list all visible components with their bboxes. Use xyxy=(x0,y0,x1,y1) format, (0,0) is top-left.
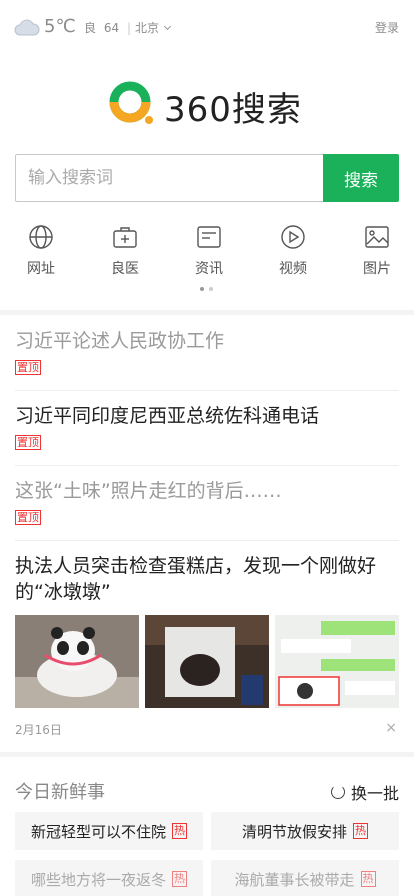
feature-news[interactable]: 执法人员突击检查蛋糕店，发现一个刚做好的“冰墩墩” xyxy=(15,553,399,613)
aqi-label: 良 xyxy=(84,21,97,35)
hot-topic-chip[interactable]: 新冠轻型可以不住院 热 xyxy=(15,812,203,850)
news-image[interactable] xyxy=(145,615,269,708)
refresh-button[interactable]: 换一批 xyxy=(330,780,399,804)
medical-kit-icon xyxy=(113,227,137,248)
search-button[interactable]: 搜索 xyxy=(323,154,399,202)
nav-item-images[interactable]: 图片 xyxy=(354,224,400,284)
hot-topic-label: 哪些地方将一夜返冬 xyxy=(30,870,166,889)
nav-label: 视频 xyxy=(279,261,307,277)
fresh-section-title: 今日新鲜事 xyxy=(15,782,105,803)
globe-icon xyxy=(29,225,53,249)
city-label: 北京 xyxy=(135,21,160,35)
image-icon xyxy=(365,226,389,248)
close-icon[interactable]: × xyxy=(385,720,397,736)
nav-label: 图片 xyxy=(363,261,391,277)
chevron-down-icon xyxy=(163,22,172,31)
temperature: 5℃ xyxy=(44,16,76,37)
feature-title: 执法人员突击检查蛋糕店，发现一个刚做好的“冰墩墩” xyxy=(15,555,377,603)
quick-nav: 网址 良医 资讯 视频 图片 xyxy=(0,224,414,284)
news-image[interactable] xyxy=(275,615,399,708)
news-title: 习近平论述人民政协工作 xyxy=(15,330,225,352)
news-item[interactable]: 习近平论述人民政协工作 置顶 xyxy=(15,328,399,391)
hot-topic-chip[interactable]: 清明节放假安排 热 xyxy=(211,812,399,850)
hot-topic-label: 海航董事长被带走 xyxy=(234,870,355,889)
aqi-value: 64 xyxy=(103,21,120,35)
news-item[interactable]: 习近平同印度尼西亚总统佐科通电话 置顶 xyxy=(15,403,399,466)
pinned-badge: 置顶 xyxy=(15,510,41,525)
nav-label: 资讯 xyxy=(195,261,223,277)
news-date: 2月16日 xyxy=(15,723,62,737)
page-dot xyxy=(209,287,213,291)
hot-topic-label: 清明节放假安排 xyxy=(241,822,347,841)
pinned-badge: 置顶 xyxy=(15,360,41,375)
news-title: 习近平同印度尼西亚总统佐科通电话 xyxy=(15,405,320,427)
news-item[interactable]: 这张“土味”照片走红的背后…… 置顶 xyxy=(15,478,399,541)
air-quality: 良 64 | xyxy=(84,19,135,36)
nav-label: 网址 xyxy=(27,261,55,277)
news-image[interactable] xyxy=(15,615,139,708)
cloud-icon xyxy=(14,19,40,36)
nav-label: 良医 xyxy=(111,261,139,277)
play-icon xyxy=(281,225,305,249)
top-bar: 5℃ 良 64 | 北京 登录 xyxy=(0,0,414,54)
login-link[interactable]: 登录 xyxy=(375,19,399,36)
logo: 360搜索 xyxy=(108,78,308,130)
hot-topic-chip[interactable]: 海航董事长被带走 热 xyxy=(211,860,399,896)
hot-topic-chip[interactable]: 哪些地方将一夜返冬 热 xyxy=(15,860,203,896)
logo-text: 360搜索 xyxy=(164,90,302,130)
section-divider xyxy=(0,752,414,757)
search-bar: 搜索 xyxy=(15,154,399,202)
page-dot xyxy=(200,287,204,291)
city-selector[interactable]: 北京 xyxy=(135,19,172,36)
section-divider xyxy=(0,310,414,315)
page-indicator xyxy=(200,287,213,291)
refresh-label: 换一批 xyxy=(350,784,399,803)
hot-topics: 新冠轻型可以不住院 热 清明节放假安排 热 哪些地方将一夜返冬 热 海航董事长被… xyxy=(15,812,399,896)
hot-badge: 热 xyxy=(172,823,187,839)
pinned-badge: 置顶 xyxy=(15,435,41,450)
hot-badge: 热 xyxy=(172,871,187,887)
search-input[interactable] xyxy=(15,154,323,202)
feature-images xyxy=(15,615,399,708)
nav-item-doctor[interactable]: 良医 xyxy=(102,224,148,284)
hot-badge: 热 xyxy=(360,871,376,887)
nav-item-video[interactable]: 视频 xyxy=(270,224,316,284)
news-icon xyxy=(197,226,221,248)
hot-topic-label: 新冠轻型可以不住院 xyxy=(30,822,166,841)
logo-ring-icon xyxy=(109,81,153,124)
refresh-icon xyxy=(330,785,345,799)
nav-item-web[interactable]: 网址 xyxy=(18,224,64,284)
news-title: 这张“土味”照片走红的背后…… xyxy=(15,480,282,502)
nav-item-news[interactable]: 资讯 xyxy=(186,224,232,284)
aqi-separator: | xyxy=(126,21,131,35)
hot-badge: 热 xyxy=(353,823,368,839)
